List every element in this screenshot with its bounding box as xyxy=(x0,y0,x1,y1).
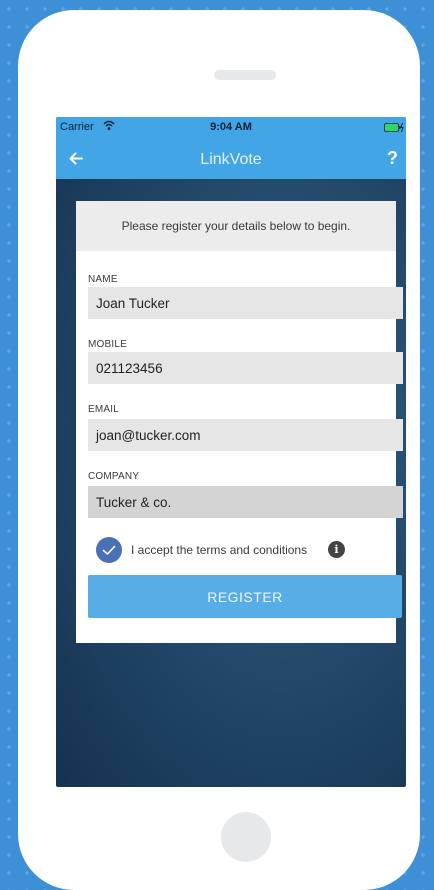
registration-card: Please register your details below to be… xyxy=(76,201,403,643)
terms-checkbox[interactable] xyxy=(96,537,122,563)
phone-speaker xyxy=(214,70,276,80)
email-field[interactable]: joan@tucker.com xyxy=(88,419,403,451)
help-button[interactable]: ? xyxy=(387,148,398,169)
info-icon[interactable]: i xyxy=(328,541,345,558)
intro-text: Please register your details below to be… xyxy=(76,201,396,251)
company-label: COMPANY xyxy=(88,471,140,482)
email-label: EMAIL xyxy=(88,404,120,415)
home-button[interactable] xyxy=(221,812,271,862)
name-field[interactable]: Joan Tucker xyxy=(88,287,403,319)
phone-frame: Carrier 9:04 AM LinkVote ? Please regist… xyxy=(18,10,420,890)
terms-row: I accept the terms and conditions i xyxy=(96,537,376,563)
name-label: NAME xyxy=(88,274,118,285)
battery-icon xyxy=(384,122,404,136)
mobile-label: MOBILE xyxy=(88,339,127,350)
terms-label[interactable]: I accept the terms and conditions xyxy=(131,543,307,557)
status-time: 9:04 AM xyxy=(210,121,252,133)
page-title: LinkVote xyxy=(200,151,262,168)
register-button[interactable]: REGISTER xyxy=(88,575,402,618)
status-bar: Carrier 9:04 AM xyxy=(56,117,406,139)
company-field[interactable]: Tucker & co. xyxy=(88,486,403,518)
app-screen: Carrier 9:04 AM LinkVote ? Please regist… xyxy=(56,117,406,787)
mobile-field[interactable]: 021123456 xyxy=(88,352,403,384)
nav-bar: LinkVote ? xyxy=(56,139,406,179)
